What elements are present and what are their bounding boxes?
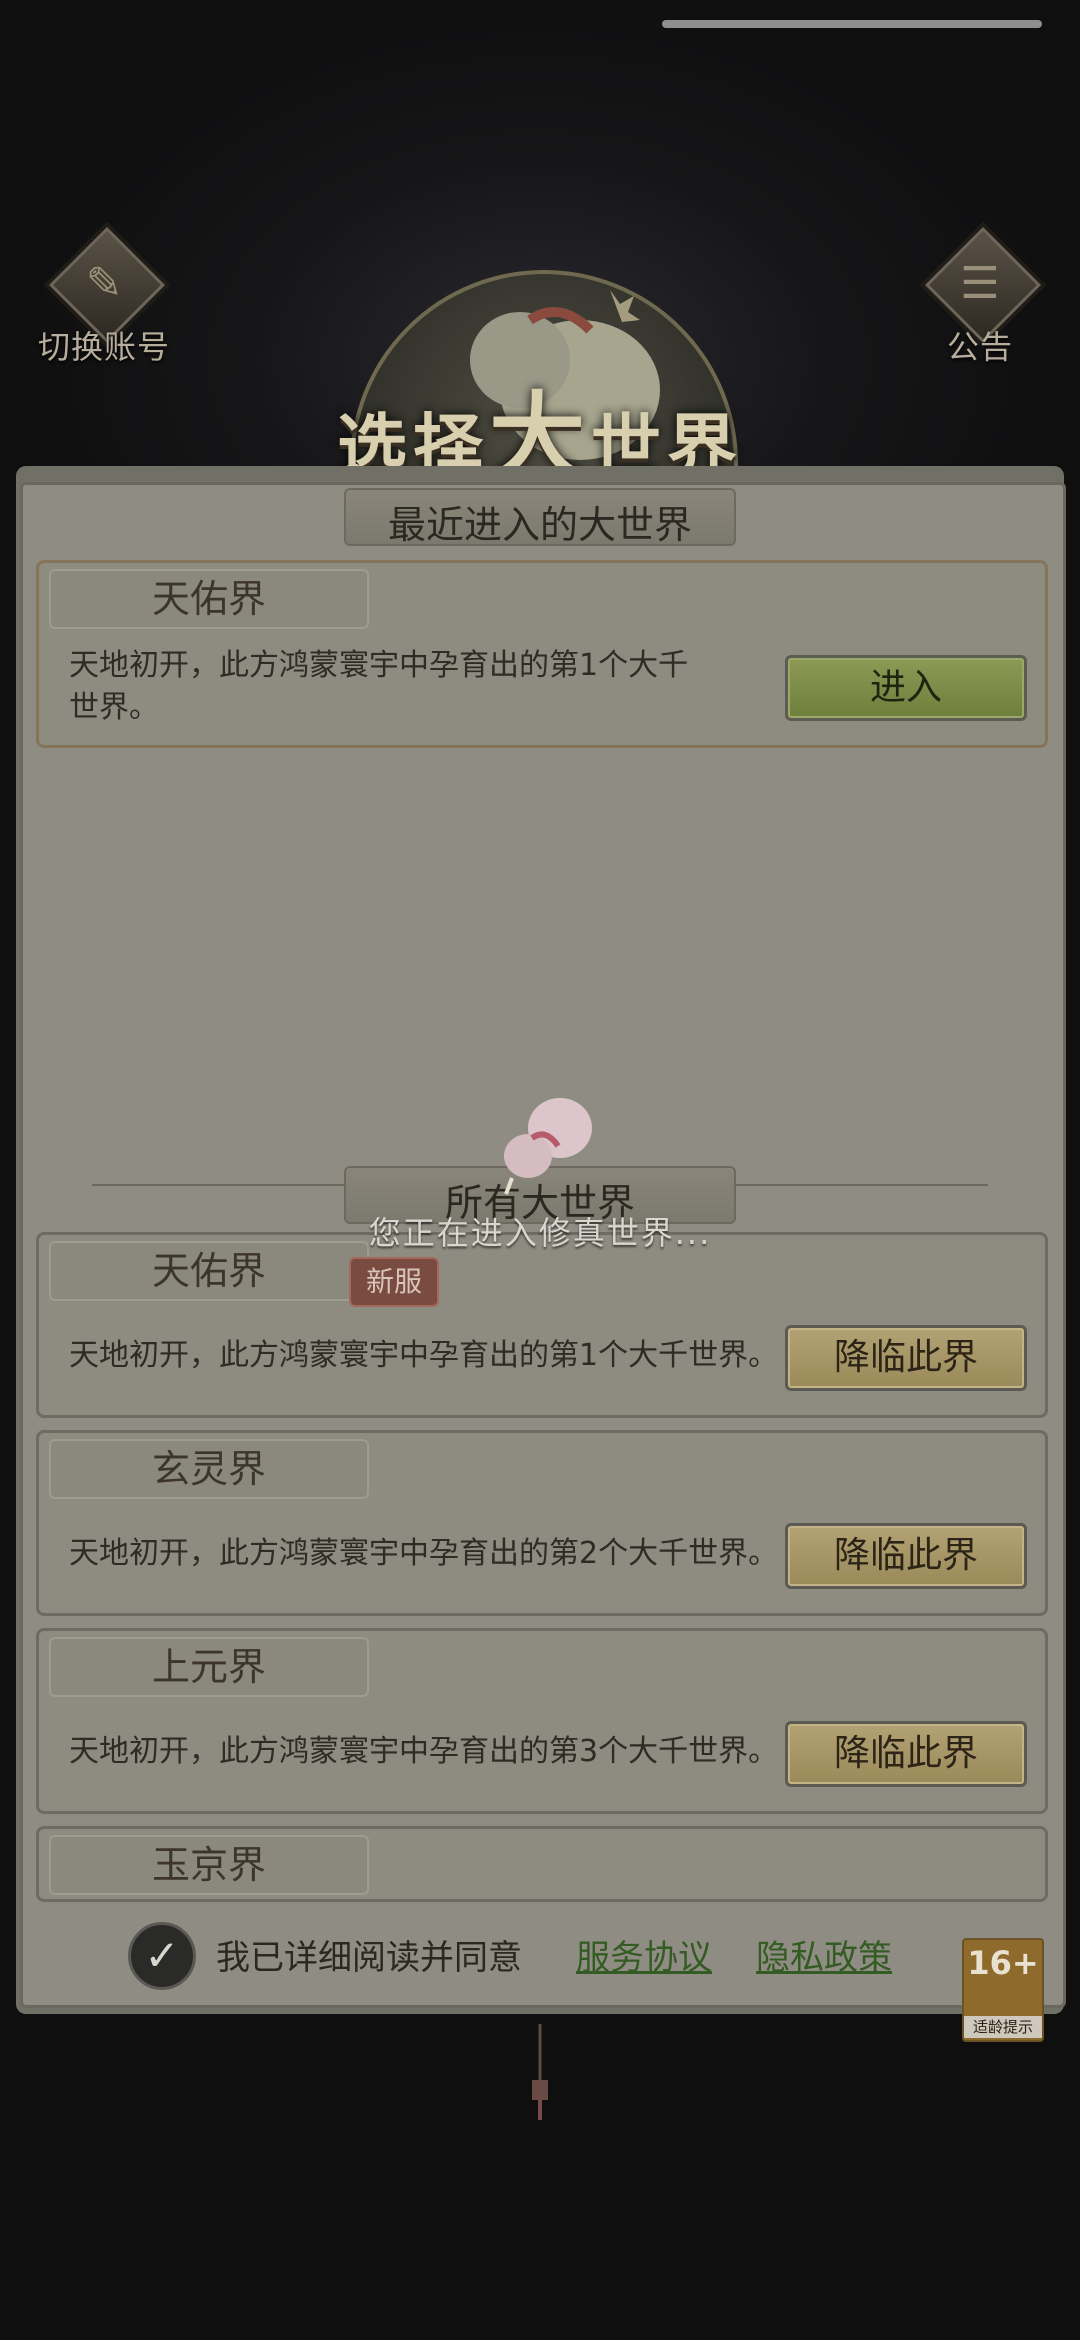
scroll-icon: ✎ xyxy=(85,258,123,309)
server-card: 天佑界 新服 天地初开，此方鸿蒙寰宇中孕育出的第1个大千世界。 降临此界 xyxy=(36,1232,1048,1418)
privacy-policy-link[interactable]: 隐私政策 xyxy=(756,1930,892,1979)
server-card: 玉京界 xyxy=(36,1826,1048,1902)
loading-gourd-icon xyxy=(504,1098,592,1195)
descend-button[interactable]: 降临此界 xyxy=(785,1721,1027,1787)
server-name: 上元界 xyxy=(151,1645,266,1689)
descend-button[interactable]: 降临此界 xyxy=(785,1325,1027,1391)
new-server-badge: 新服 xyxy=(349,1257,439,1307)
server-desc-line: 天地初开，此方鸿蒙寰宇中孕育出的第1个大千 xyxy=(69,648,689,683)
notice-scroll-icon: ☰ xyxy=(960,258,1000,309)
server-desc: 天地初开，此方鸿蒙寰宇中孕育出的第2个大千世界。 xyxy=(69,1536,779,1571)
server-card: 玄灵界 天地初开，此方鸿蒙寰宇中孕育出的第2个大千世界。 降临此界 xyxy=(36,1430,1048,1616)
recent-section-title: 最近进入的大世界 xyxy=(387,503,692,547)
tassel-ornament-icon xyxy=(532,2024,548,2120)
age-rating-badge[interactable]: 16+ 适龄提示 xyxy=(962,1938,1044,2042)
server-desc: 天地初开，此方鸿蒙寰宇中孕育出的第1个大千 世界。 xyxy=(69,645,688,729)
page-title: 选择大世界 xyxy=(270,360,810,494)
descend-button[interactable]: 降临此界 xyxy=(785,1523,1027,1589)
switch-account-label: 切换账号 xyxy=(37,328,170,366)
server-desc-line: 世界。 xyxy=(69,690,159,725)
home-indicator xyxy=(662,20,1042,28)
service-agreement-link[interactable]: 服务协议 xyxy=(576,1930,712,1979)
agree-text: 我已详细阅读并同意 xyxy=(216,1938,522,1978)
switch-account-button[interactable]: ✎ 切换账号 xyxy=(24,227,184,370)
server-name: 玄灵界 xyxy=(151,1447,266,1491)
agree-checkbox[interactable]: ✓ xyxy=(128,1922,196,1990)
server-desc: 天地初开，此方鸿蒙寰宇中孕育出的第3个大千世界。 xyxy=(69,1734,779,1769)
server-card: 上元界 天地初开，此方鸿蒙寰宇中孕育出的第3个大千世界。 降临此界 xyxy=(36,1628,1048,1814)
loading-text: 您正在进入修真世界... xyxy=(368,1214,712,1252)
age-rating-value: 16+ xyxy=(967,1944,1039,1982)
checkmark-icon: ✓ xyxy=(144,1931,180,1980)
notice-label: 公告 xyxy=(946,328,1013,366)
age-rating-label: 适龄提示 xyxy=(964,2016,1042,2038)
server-name: 玉京界 xyxy=(151,1843,266,1887)
server-name: 天佑界 xyxy=(151,577,266,621)
notice-button[interactable]: ☰ 公告 xyxy=(900,227,1060,370)
enter-button[interactable]: 进入 xyxy=(785,655,1027,721)
server-desc: 天地初开，此方鸿蒙寰宇中孕育出的第1个大千世界。 xyxy=(69,1338,779,1373)
recent-server-card: 天佑界 天地初开，此方鸿蒙寰宇中孕育出的第1个大千 世界。 进入 xyxy=(36,560,1048,748)
